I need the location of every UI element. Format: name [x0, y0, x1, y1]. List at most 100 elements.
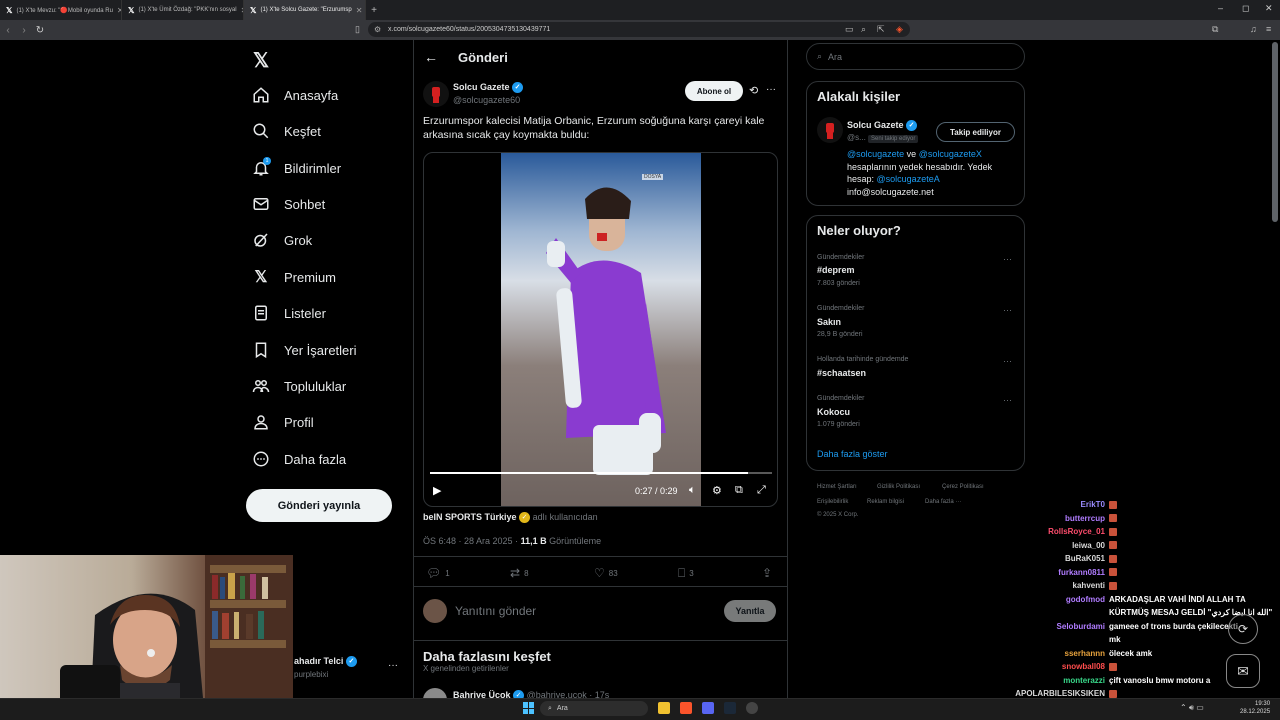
sidebar-item-home[interactable]: Anasayfa	[252, 82, 338, 108]
following-button[interactable]: Takip ediliyor	[936, 122, 1015, 142]
chat-username[interactable]: APOLARBILESIKSIKEN	[1000, 689, 1105, 698]
show-more-link[interactable]: Daha fazla göster	[817, 449, 888, 459]
fullscreen-icon[interactable]: ⤢	[757, 484, 766, 497]
obs-icon[interactable]	[746, 702, 758, 714]
post-more-icon[interactable]: ···	[766, 84, 776, 95]
address-bar[interactable]: ⚙ x.com/solcugazete60/status/20053047351…	[368, 22, 910, 37]
related-name[interactable]: Solcu Gazete ✓	[847, 120, 918, 132]
bookmark-action[interactable]: ⎕ 3	[678, 566, 694, 581]
window-close-icon[interactable]: ✕	[1265, 3, 1273, 14]
sidebar-item-premium[interactable]: 𝕏 Premium	[252, 264, 336, 290]
taskbar-search[interactable]: ⌕ Ara	[540, 701, 648, 716]
scrollbar[interactable]	[1272, 42, 1278, 222]
footer-link[interactable]: Çerez Politikası	[942, 484, 984, 490]
windows-start-icon[interactable]	[523, 702, 535, 714]
post-button[interactable]: Gönderi yayınla	[246, 489, 392, 522]
back-arrow-icon[interactable]: ←	[424, 49, 438, 65]
grok-float-icon[interactable]: ⟳	[1228, 614, 1258, 644]
x-home-logo[interactable]: 𝕏	[253, 48, 269, 73]
trend-name[interactable]: Sakın	[817, 317, 841, 327]
trend-more-icon[interactable]: ···	[1003, 254, 1012, 264]
reply-input[interactable]: Yanıtını gönder	[455, 604, 536, 618]
chat-username[interactable]: furkann0811	[1000, 568, 1105, 577]
footer-link[interactable]: Gizlilik Politikası	[877, 484, 920, 490]
footer-link[interactable]: Hizmet Şartları	[817, 484, 857, 490]
sidebar-item-grok[interactable]: Grok	[252, 227, 312, 253]
sidebar-item-lists[interactable]: Listeler	[252, 300, 326, 326]
chat-username[interactable]: sserhannn	[1000, 649, 1105, 658]
bookmark-page-icon[interactable]: ▯	[355, 24, 360, 35]
brave-shield-icon[interactable]: ◈	[896, 24, 903, 35]
messages-float-icon[interactable]: ✉	[1226, 654, 1260, 688]
footer-link[interactable]: Reklam bilgisi	[867, 499, 904, 505]
footer-link[interactable]: Erişilebilirlik	[817, 499, 848, 505]
sidebar-item-bookmarks[interactable]: Yer İşaretleri	[252, 337, 357, 363]
browser-tab[interactable]: 𝕏(1) X'te Ümit Özdağ: "PKK'nın sosyal✕	[122, 0, 244, 20]
author-handle[interactable]: @solcugazete60	[453, 95, 520, 105]
zoom-icon[interactable]: ⌕	[861, 24, 866, 35]
close-icon[interactable]: ✕	[356, 6, 363, 15]
video-progress-track[interactable]	[430, 472, 772, 474]
chat-username[interactable]: leiwa_00	[1000, 541, 1105, 550]
trend-name[interactable]: #schaatsen	[817, 368, 866, 378]
chat-username[interactable]: BuRaK051	[1000, 554, 1105, 563]
settings-icon[interactable]: ⚙	[712, 484, 722, 497]
forward-icon[interactable]: ›	[16, 25, 32, 36]
video-source[interactable]: beIN SPORTS Türkiye ✓ adlı kullanıcıdan	[423, 512, 598, 524]
like-action[interactable]: ♡ 83	[594, 566, 618, 580]
brave-browser-icon[interactable]	[680, 702, 692, 714]
discord-icon[interactable]	[702, 702, 714, 714]
minimize-icon[interactable]: –	[1218, 3, 1223, 13]
chat-username[interactable]: snowball08	[1000, 662, 1105, 671]
subscribe-button[interactable]: Abone ol	[685, 81, 743, 101]
maximize-icon[interactable]: ◻	[1242, 3, 1249, 14]
footer-link[interactable]: Daha fazla ···	[925, 499, 961, 505]
play-icon[interactable]: ▶	[433, 484, 441, 497]
taskbar-clock[interactable]: 19:30 28.12.2025	[1240, 700, 1270, 716]
author-name[interactable]: Solcu Gazete ✓	[453, 82, 524, 94]
back-icon[interactable]: ‹	[0, 25, 16, 36]
new-tab-button[interactable]: +	[366, 5, 382, 16]
pip-icon[interactable]: ⧉	[735, 484, 743, 497]
trend-more-icon[interactable]: ···	[1003, 356, 1012, 366]
repost-action[interactable]: ⇄ 8	[510, 566, 529, 580]
sidebar-item-profile[interactable]: Profil	[252, 409, 314, 435]
avatar[interactable]	[817, 117, 843, 143]
trend-name[interactable]: Kokocu	[817, 407, 850, 417]
chat-username[interactable]: RollsRoyce_01	[1000, 527, 1105, 536]
menu-icon[interactable]: ≡	[1266, 24, 1271, 34]
author-avatar[interactable]	[423, 81, 449, 107]
video-player[interactable]: DOSYA ▶ 0:27 / 0:29 🔈︎ ⚙ ⧉ ⤢	[423, 152, 778, 507]
trend-more-icon[interactable]: ···	[1003, 305, 1012, 315]
share-icon[interactable]: ⇱	[877, 24, 885, 35]
chat-username[interactable]: butterrcup	[1000, 514, 1105, 523]
chat-username[interactable]: ErikT0	[1000, 500, 1105, 509]
browser-tab[interactable]: 𝕏(1) X'te Mevzu: "🔴Mobil oyunda Ru✕	[0, 0, 122, 20]
share-action[interactable]: ⇪	[762, 566, 772, 580]
reload-icon[interactable]: ↻	[32, 25, 48, 36]
sidebar-item-communities[interactable]: Topluluklar	[252, 373, 346, 399]
account-more-icon[interactable]: ···	[388, 660, 398, 671]
site-settings-icon[interactable]: ⚙	[374, 25, 381, 34]
system-tray-icons[interactable]: ⌃ 🔊︎ ▭	[1180, 703, 1204, 713]
sidebar-item-more[interactable]: Daha fazla	[252, 446, 346, 472]
grok-explain-icon[interactable]: ⟲	[749, 84, 758, 97]
reply-button[interactable]: Yanıtla	[724, 600, 776, 622]
chat-username[interactable]: Seloburdami	[1000, 622, 1105, 631]
extensions-icon[interactable]: ⧉	[1212, 24, 1218, 35]
sidebar-item-chat[interactable]: Sohbet	[252, 191, 325, 217]
account-name[interactable]: ahadır Telci ✓	[294, 656, 357, 668]
reply-action[interactable]: 💬︎ 1	[426, 566, 450, 580]
search-input[interactable]: ⌕ Ara	[806, 43, 1025, 70]
browser-tab-active[interactable]: 𝕏 (1) X'te Solcu Gazete: "Erzurumsp ✕	[244, 0, 366, 20]
cast-icon[interactable]: ▭	[845, 24, 854, 35]
volume-icon[interactable]: 🔈︎	[689, 484, 696, 497]
trend-name[interactable]: #deprem	[817, 265, 855, 275]
trend-more-icon[interactable]: ···	[1003, 395, 1012, 405]
chat-username[interactable]: monterazzi	[1000, 676, 1105, 685]
sidebar-item-explore[interactable]: Keşfet	[252, 118, 321, 144]
steam-icon[interactable]	[724, 702, 736, 714]
chat-username[interactable]: godofmod	[1000, 595, 1105, 604]
media-icon[interactable]: ♫	[1250, 24, 1257, 34]
file-explorer-icon[interactable]	[658, 702, 670, 714]
